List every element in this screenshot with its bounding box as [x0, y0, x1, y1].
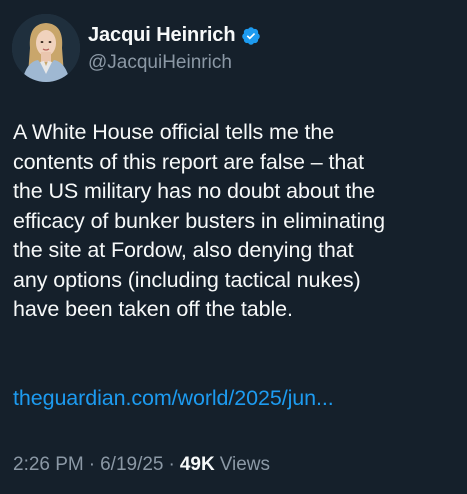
tweet-header: Jacqui Heinrich @JacquiHeinrich — [12, 14, 261, 82]
views-count[interactable]: 49K — [180, 454, 215, 476]
meta-separator: · — [88, 454, 96, 475]
tweet-time[interactable]: 2:26 PM — [13, 454, 84, 476]
tweet-meta: 2:26 PM · 6/19/25 · 49K Views — [13, 454, 270, 476]
meta-separator: · — [168, 454, 175, 475]
tweet-text: A White House official tells me the cont… — [13, 120, 385, 321]
author-names: Jacqui Heinrich @JacquiHeinrich — [88, 23, 261, 74]
author-handle[interactable]: @JacquiHeinrich — [88, 52, 261, 74]
tweet-date[interactable]: 6/19/25 — [100, 454, 163, 476]
avatar-image — [12, 14, 80, 82]
name-row: Jacqui Heinrich — [88, 23, 261, 49]
display-name[interactable]: Jacqui Heinrich — [88, 24, 236, 47]
tweet-card: Jacqui Heinrich @JacquiHeinrich A White … — [0, 0, 467, 494]
avatar[interactable] — [12, 14, 80, 82]
article-link[interactable]: theguardian.com/world/2025/jun... — [13, 386, 334, 411]
verified-badge-icon — [241, 26, 261, 46]
views-label: Views — [219, 454, 271, 475]
